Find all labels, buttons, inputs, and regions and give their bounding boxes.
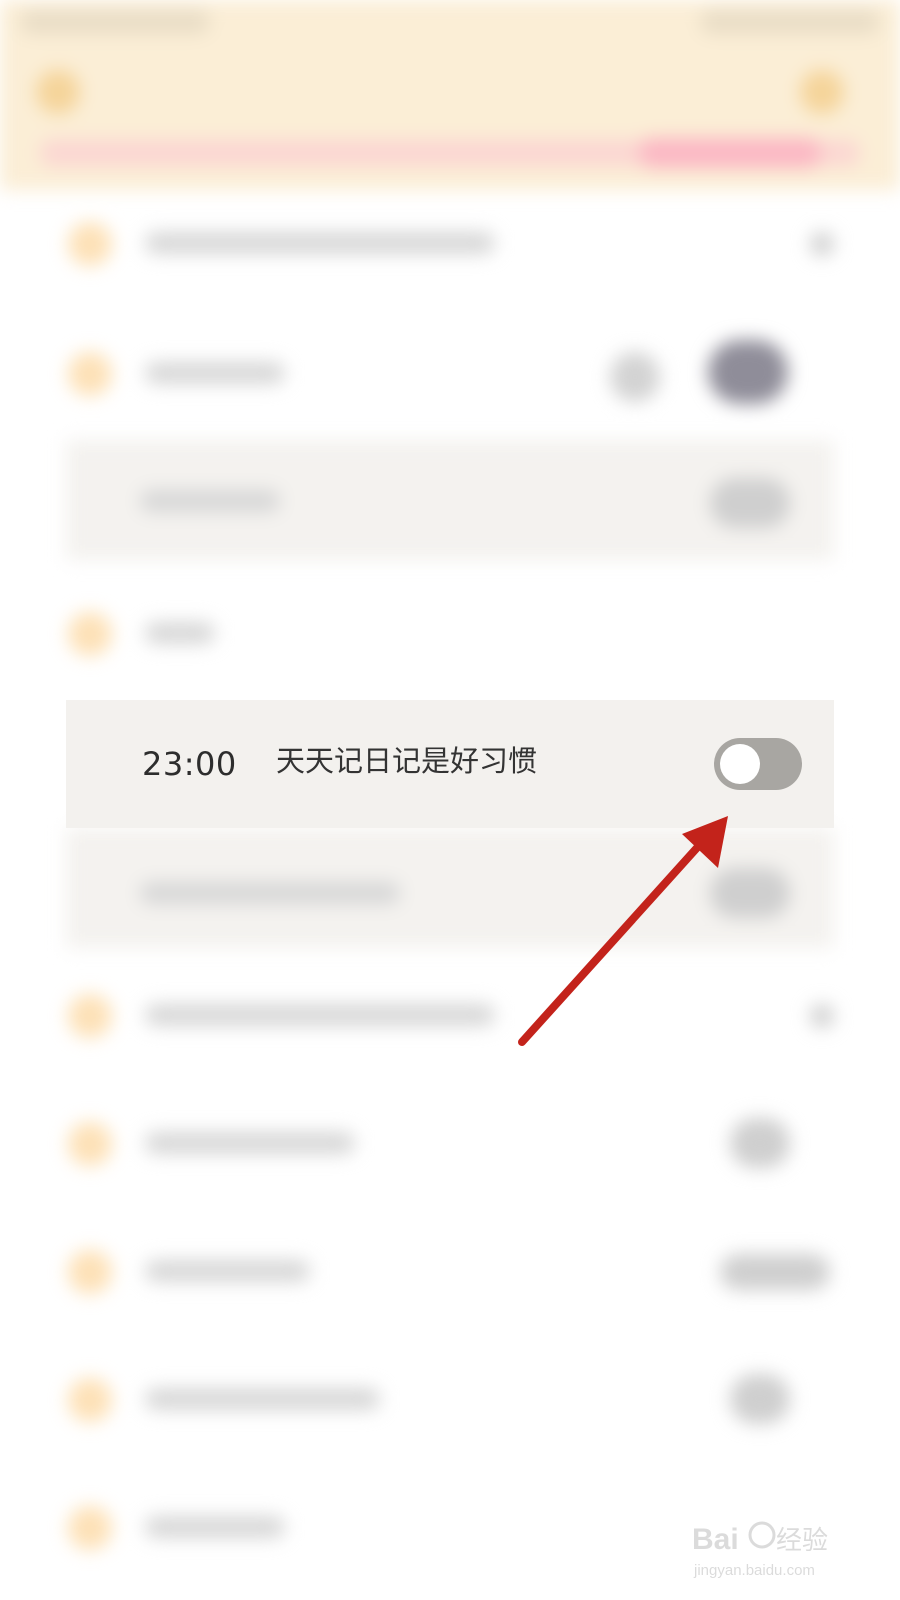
baidu-watermark-logo: Bai 经验 jingyan.baidu.com <box>692 1521 828 1579</box>
svg-text:经验: 经验 <box>776 1526 828 1556</box>
svg-text:jingyan.baidu.com: jingyan.baidu.com <box>693 1562 815 1579</box>
annotation-arrow <box>518 816 728 1046</box>
svg-text:Bai: Bai <box>692 1523 739 1556</box>
